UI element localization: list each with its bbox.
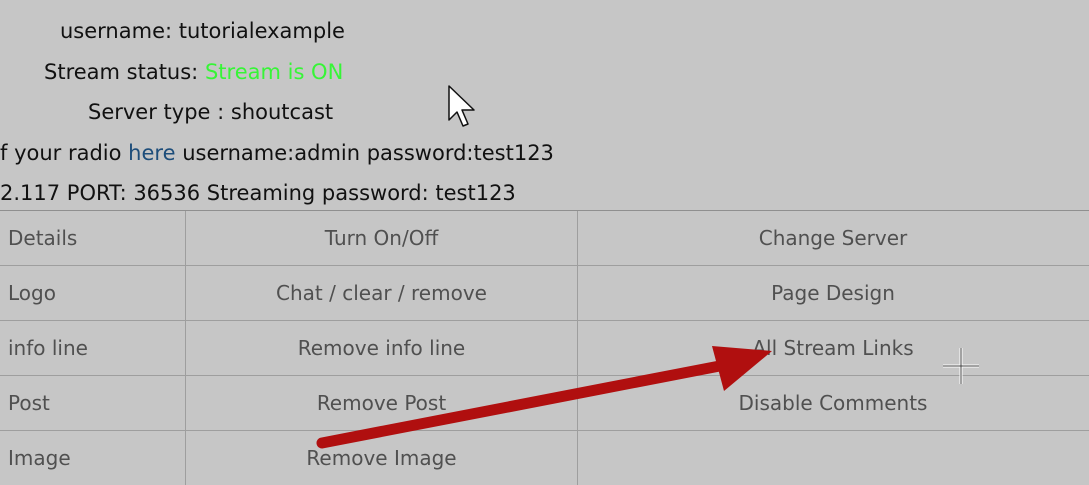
menu-image[interactable]: Image	[0, 431, 186, 485]
menu-row: Logo Chat / clear / remove Page Design	[0, 266, 1089, 321]
stream-status-label: Stream status:	[44, 60, 199, 84]
username-line: username: tutorialexample	[60, 18, 345, 44]
port-line: 2.117 PORT: 36536 Streaming password: te…	[0, 181, 516, 205]
menu-row: info line Remove info line All Stream Li…	[0, 321, 1089, 376]
menu-row: Details Turn On/Off Change Server	[0, 211, 1089, 266]
menu-logo[interactable]: Logo	[0, 266, 186, 320]
menu-row: Post Remove Post Disable Comments	[0, 376, 1089, 431]
menu-remove-image[interactable]: Remove Image	[186, 431, 578, 485]
menu-all-stream-links[interactable]: All Stream Links	[577, 321, 1089, 375]
username-value: tutorialexample	[178, 19, 345, 43]
menu-turn-on-off[interactable]: Turn On/Off	[186, 211, 578, 265]
menu-disable-comments[interactable]: Disable Comments	[577, 376, 1089, 430]
menu-change-server[interactable]: Change Server	[577, 211, 1089, 265]
admin-line-prefix: f your radio	[0, 141, 122, 165]
stream-status-value: Stream is ON	[204, 60, 344, 84]
arrow-cursor-icon	[448, 85, 475, 127]
admin-panel-line: f your radio here username:admin passwor…	[0, 140, 554, 166]
menu-details[interactable]: Details	[0, 211, 186, 265]
menu-page-design[interactable]: Page Design	[577, 266, 1089, 320]
control-menu-grid: Details Turn On/Off Change Server Logo C…	[0, 210, 1089, 485]
server-type-label: Server type :	[88, 100, 225, 124]
server-type-line: Server type : shoutcast	[88, 99, 333, 125]
menu-remove-post[interactable]: Remove Post	[186, 376, 578, 430]
menu-post[interactable]: Post	[0, 376, 186, 430]
menu-remove-info-line[interactable]: Remove info line	[186, 321, 578, 375]
menu-empty-cell	[577, 431, 1089, 485]
admin-here-link[interactable]: here	[128, 141, 175, 165]
username-label: username:	[60, 19, 173, 43]
menu-row: Image Remove Image	[0, 431, 1089, 485]
admin-credentials: username:admin password:test123	[182, 141, 554, 165]
stream-status-line: Stream status: Stream is ON	[44, 59, 343, 85]
menu-info-line[interactable]: info line	[0, 321, 186, 375]
server-type-value: shoutcast	[230, 100, 334, 124]
menu-chat-clear-remove[interactable]: Chat / clear / remove	[186, 266, 578, 320]
